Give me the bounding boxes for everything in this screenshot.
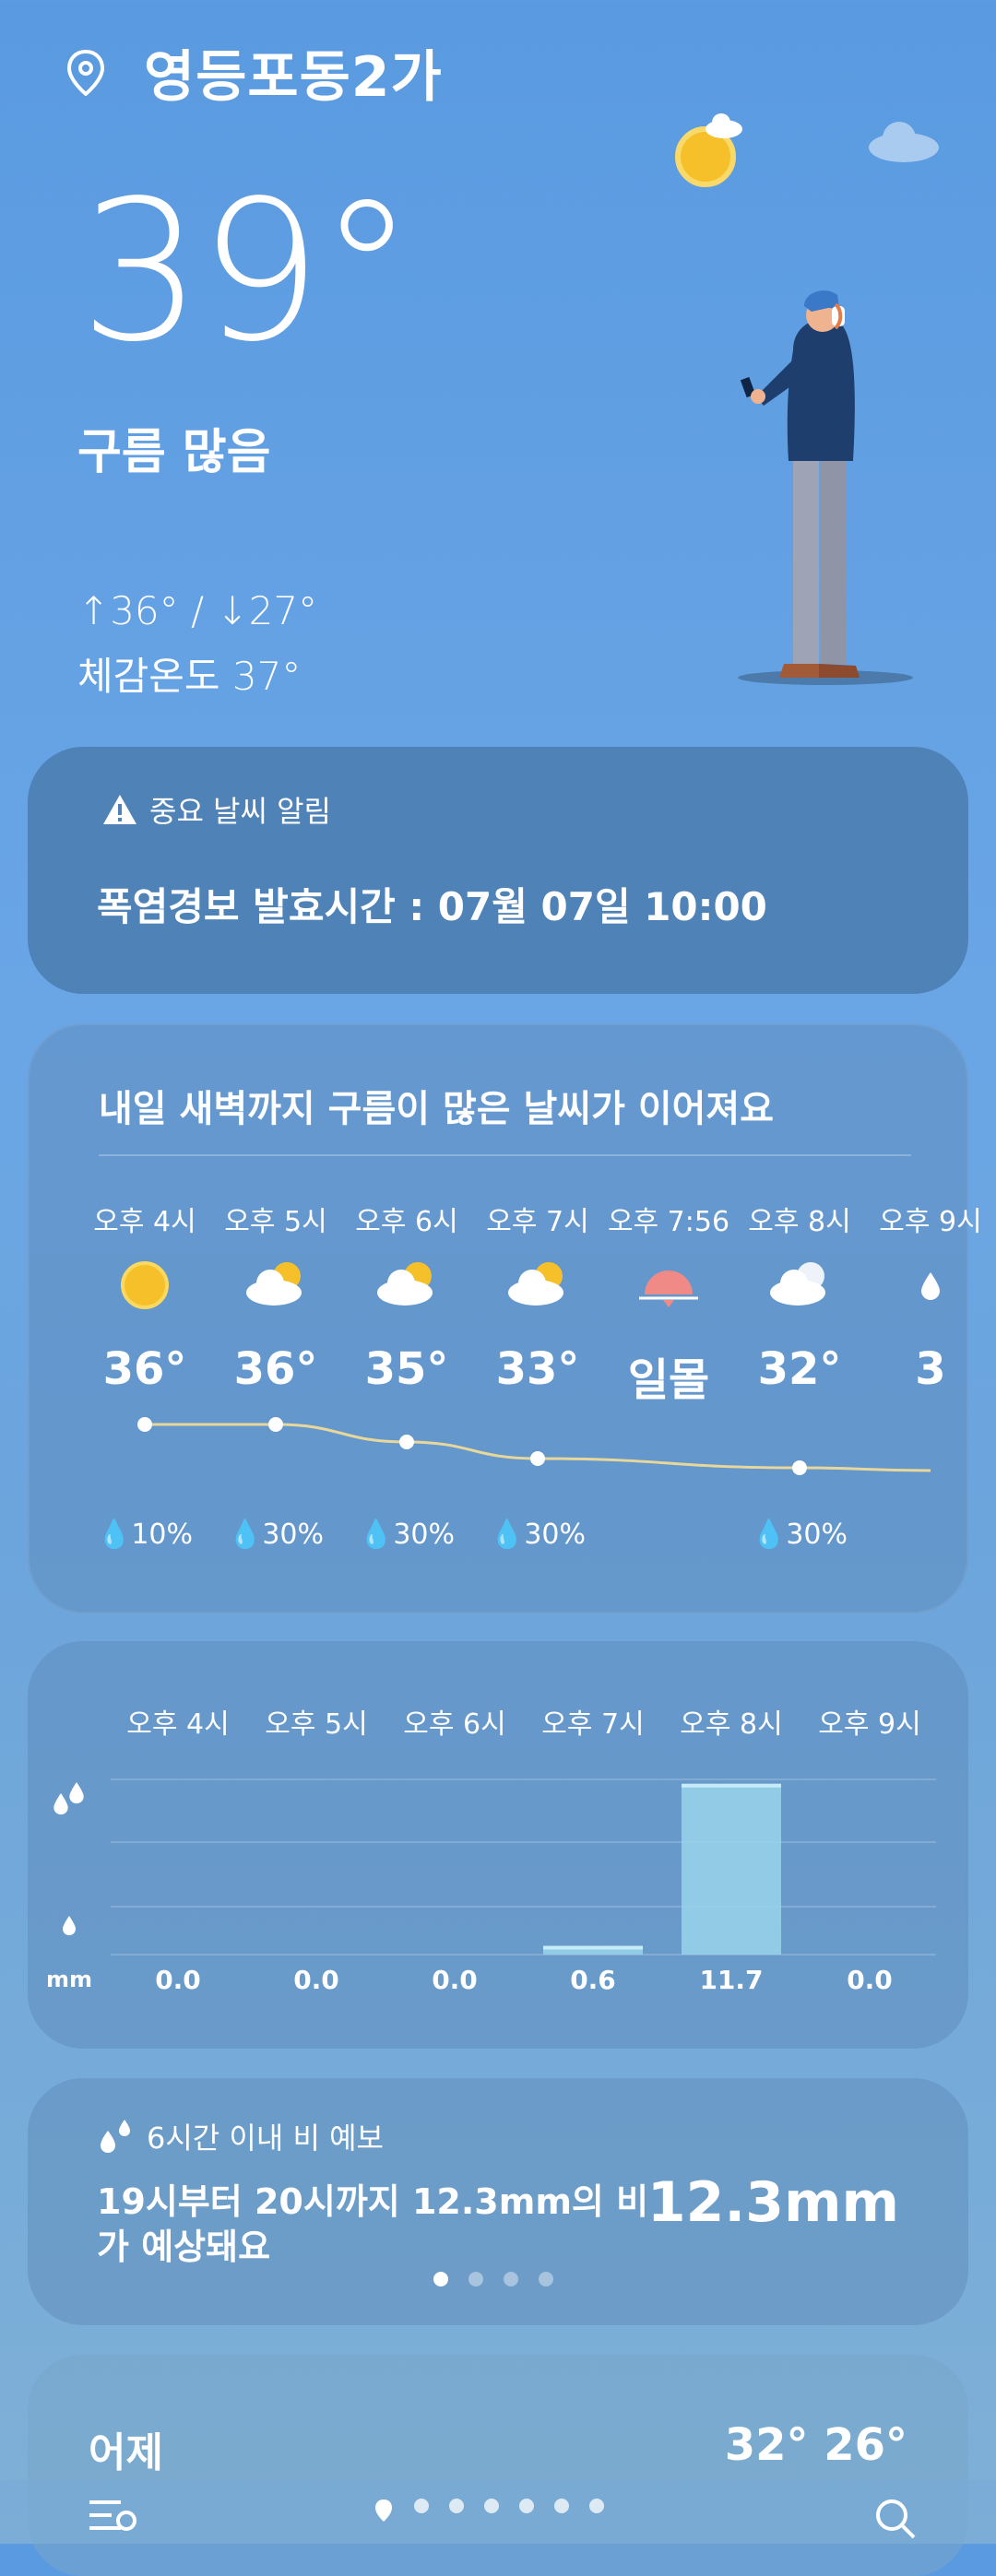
rain-forecast-card[interactable]: 6시간 이내 비 예보 19시부터 20시까지 12.3mm의 비가 예상돼요 … [28, 2078, 968, 2325]
current-condition: 구름 많음 [77, 425, 271, 480]
page-dot[interactable] [554, 2499, 569, 2513]
hourly-forecast-card[interactable]: 내일 새벽까지 구름이 많은 날씨가 이어져요 오후 4시 36° 💧10% 오후 5… [28, 1023, 982, 1613]
rain-hour-label: 오후 5시 [265, 1708, 367, 1741]
raindrop-icon [63, 1916, 76, 1935]
temperature-point [137, 1417, 152, 1432]
precipitation-bar-cap [682, 1783, 781, 1788]
cloud-icon [869, 122, 939, 162]
raindrops-icon [101, 2120, 130, 2153]
rain-icon [921, 1272, 940, 1300]
precipitation-value: 0.0 [155, 1965, 201, 1995]
rain-hour-label: 오후 4시 [126, 1708, 229, 1741]
page-dot[interactable] [504, 2272, 518, 2286]
precipitation-bar-cap [543, 1945, 643, 1950]
alert-header: 중요 날씨 알림 [101, 788, 331, 831]
precipitation-bar [682, 1783, 781, 1955]
page-dot[interactable] [468, 2272, 483, 2286]
small-cloud-icon [706, 113, 742, 138]
menu-icon[interactable] [88, 2497, 139, 2534]
rain-hour-label: 오후 7시 [541, 1708, 644, 1741]
partly-cloudy-icon [246, 1262, 302, 1306]
yesterday-temperatures: 32° 26° [724, 2419, 907, 2471]
weather-alert-card[interactable]: 중요 날씨 알림 폭염경보 발효시간 : 07월 07일 10:00 [28, 747, 968, 994]
rain-forecast-title: 6시간 이내 비 예보 [147, 2121, 384, 2156]
rain-forecast-header: 6시간 이내 비 예보 [97, 2115, 384, 2157]
precipitation-chart-card[interactable]: mm 오후 4시 0.0 오후 5시 0.0 오후 6시 0.0 오후 7시 0.6 오후 8시 1… [28, 1641, 968, 2049]
temperature-point [399, 1435, 414, 1449]
warning-icon [103, 795, 136, 824]
page-dot[interactable] [433, 2272, 448, 2286]
location-name: 영등포동2가 [144, 45, 443, 110]
person-illustration [738, 290, 913, 685]
high-low-temperature: ↑36° / ↓27° [77, 588, 318, 633]
cloudy-night-icon [770, 1262, 825, 1306]
temperature-point [530, 1451, 545, 1466]
sun-icon [121, 1261, 169, 1309]
partly-cloudy-icon [377, 1262, 433, 1306]
raindrop-icon [69, 1782, 84, 1804]
page-dot[interactable] [589, 2499, 604, 2513]
rain-hour-label: 오후 9시 [818, 1708, 920, 1741]
rain-forecast-text: 19시부터 20시까지 12.3mm의 비가 예상돼요 [97, 2181, 649, 2268]
precipitation-value: 0.0 [432, 1965, 478, 1995]
page-dot[interactable] [414, 2499, 429, 2513]
yesterday-label: 어제 [89, 2429, 163, 2476]
precipitation-bar-chart: mm 오후 4시 0.0 오후 5시 0.0 오후 6시 0.0 오후 7시 0.6 오후 8시 1… [46, 1708, 936, 1995]
current-location-icon [375, 2499, 392, 2522]
sunset-icon [639, 1270, 698, 1307]
page-dot[interactable] [484, 2499, 499, 2513]
location-page-indicator [374, 2499, 604, 2523]
search-icon[interactable] [872, 2495, 918, 2541]
bottom-navigation-bar [0, 2480, 996, 2544]
page-indicator [433, 2272, 553, 2286]
unit-label: mm [46, 1967, 92, 1992]
rain-hour-label: 오후 6시 [403, 1708, 505, 1741]
page-dot[interactable] [519, 2499, 534, 2513]
precipitation-value: 0.0 [847, 1965, 893, 1995]
location-header[interactable]: 영등포동2가 [65, 32, 443, 112]
precipitation-value: 0.6 [570, 1965, 616, 1995]
rain-forecast-amount: 12.3mm [646, 2170, 899, 2235]
weather-illustration [675, 113, 939, 685]
partly-cloudy-icon [508, 1262, 563, 1306]
location-pin-icon [66, 49, 105, 96]
alert-text: 폭염경보 발효시간 : 07월 07일 10:00 [97, 884, 767, 929]
precipitation-value: 0.0 [293, 1965, 339, 1995]
current-temperature: 39° [79, 159, 415, 384]
page-dot[interactable] [449, 2499, 464, 2513]
page-dot[interactable] [539, 2272, 553, 2286]
feels-like-temperature: 체감온도 37° [77, 654, 302, 699]
alert-title: 중요 날씨 알림 [149, 794, 331, 829]
temperature-trend-line [121, 1261, 940, 1475]
precipitation-value: 11.7 [699, 1965, 763, 1995]
rain-hour-label: 오후 8시 [680, 1708, 782, 1741]
temperature-point [268, 1417, 283, 1432]
raindrop-icon [53, 1793, 68, 1815]
temperature-point [792, 1460, 807, 1475]
